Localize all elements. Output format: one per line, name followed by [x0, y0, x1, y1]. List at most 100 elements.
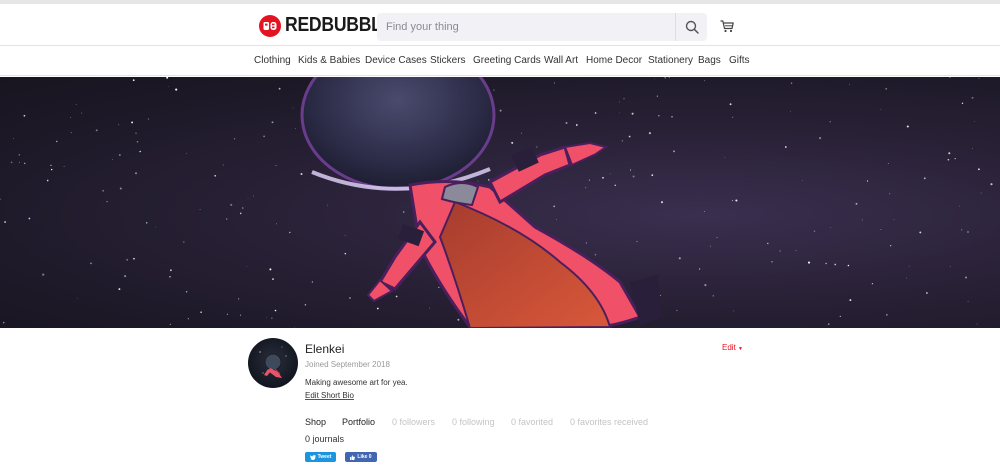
star: [790, 82, 793, 84]
star: [880, 109, 882, 110]
star: [271, 317, 273, 319]
astronaut-illustration: [0, 77, 993, 328]
star: [959, 205, 960, 207]
star: [119, 154, 121, 156]
nav-item-kids-babies[interactable]: Kids & Babies: [298, 55, 360, 66]
chevron-down-icon: ▼: [738, 346, 743, 352]
star: [704, 211, 705, 212]
star: [311, 281, 314, 283]
search-bar: [377, 13, 707, 41]
edit-dropdown[interactable]: Edit ▼: [722, 343, 743, 352]
tweet-button[interactable]: Tweet: [305, 452, 336, 462]
star: [139, 150, 142, 153]
star: [240, 314, 241, 316]
star: [18, 154, 21, 156]
star: [716, 236, 718, 238]
star: [169, 276, 171, 278]
star: [971, 96, 974, 99]
star: [829, 121, 831, 123]
star: [628, 135, 631, 138]
star: [511, 141, 514, 144]
star: [266, 316, 268, 318]
nav-item-bags[interactable]: Bags: [698, 55, 721, 66]
star: [168, 86, 170, 87]
profile-username: Elenkei: [305, 342, 345, 356]
star: [23, 114, 26, 117]
star: [403, 211, 405, 213]
star: [493, 89, 495, 91]
avatar[interactable]: [248, 338, 298, 388]
star: [807, 261, 811, 264]
nav-item-device-cases[interactable]: Device Cases: [365, 55, 427, 66]
star: [830, 227, 832, 229]
star: [253, 195, 254, 197]
star: [106, 200, 108, 203]
star: [784, 146, 787, 148]
star: [185, 291, 188, 293]
star: [166, 77, 169, 79]
star: [90, 262, 92, 265]
star: [678, 257, 681, 260]
star: [344, 252, 347, 255]
star: [631, 112, 634, 115]
star: [136, 140, 139, 143]
nav-item-home-decor[interactable]: Home Decor: [586, 55, 642, 66]
nav-item-stationery[interactable]: Stationery: [648, 55, 693, 66]
star: [819, 137, 822, 140]
facebook-like-button[interactable]: Like 0: [345, 452, 377, 462]
star: [588, 179, 590, 181]
star: [980, 192, 982, 194]
star: [908, 265, 910, 267]
edit-short-bio-link[interactable]: Edit Short Bio: [305, 391, 354, 400]
star: [735, 199, 738, 202]
star: [95, 129, 98, 132]
nav-item-stickers[interactable]: Stickers: [430, 55, 466, 66]
tab-portfolio[interactable]: Portfolio: [342, 417, 375, 427]
tab-shop[interactable]: Shop: [305, 417, 326, 427]
star: [292, 107, 294, 109]
star: [200, 311, 202, 313]
star: [0, 198, 1, 200]
star: [488, 179, 490, 181]
star: [825, 262, 827, 265]
star: [175, 88, 178, 91]
star: [619, 101, 620, 103]
star: [183, 241, 185, 243]
star: [187, 318, 189, 320]
star: [241, 207, 244, 209]
star: [664, 77, 666, 79]
star: [671, 115, 673, 118]
nav-item-gifts[interactable]: Gifts: [729, 55, 750, 66]
thumbs-up-icon: [350, 454, 356, 460]
star: [19, 161, 21, 163]
star: [866, 180, 869, 182]
star: [169, 323, 172, 326]
star: [676, 309, 678, 311]
star: [226, 313, 228, 315]
star: [2, 321, 5, 324]
star: [230, 203, 233, 206]
star: [135, 172, 137, 175]
star: [247, 197, 249, 199]
cart-icon[interactable]: [720, 20, 734, 38]
profile-section: Elenkei Joined September 2018 Making awe…: [0, 328, 1000, 476]
star: [732, 116, 734, 118]
star: [145, 222, 148, 224]
search-icon: [685, 20, 699, 34]
search-input[interactable]: [377, 13, 675, 41]
journals-link[interactable]: 0 journals: [305, 434, 344, 444]
search-button[interactable]: [675, 13, 707, 41]
nav-item-greeting-cards[interactable]: Greeting Cards: [473, 55, 541, 66]
star: [947, 158, 950, 161]
star: [70, 132, 72, 134]
star: [63, 165, 65, 167]
star: [949, 266, 951, 268]
nav-item-clothing[interactable]: Clothing: [254, 55, 291, 66]
category-nav: Clothing Kids & Babies Device Cases Stic…: [0, 46, 1000, 76]
star: [847, 264, 850, 267]
star: [710, 245, 711, 247]
nav-item-wall-art[interactable]: Wall Art: [544, 55, 578, 66]
star: [964, 276, 968, 279]
tab-followers: 0 followers: [392, 417, 436, 427]
star: [731, 200, 733, 201]
